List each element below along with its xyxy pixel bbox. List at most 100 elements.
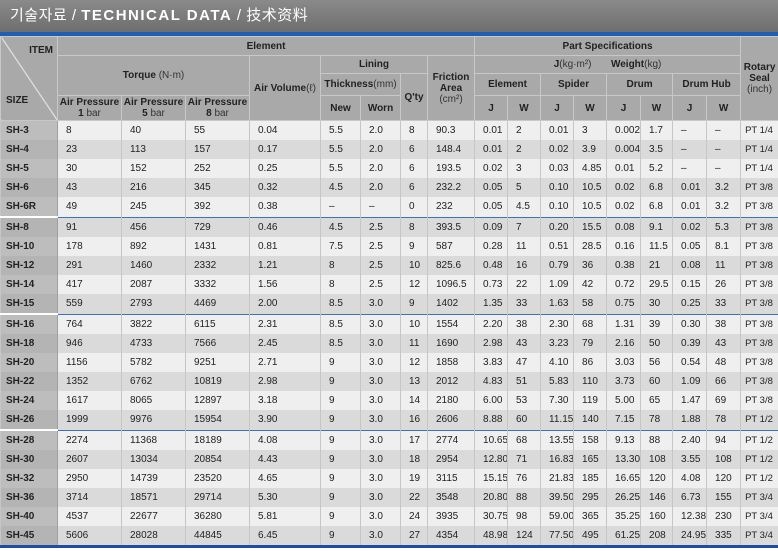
rotary-seal-cell: PT 3/8 <box>740 237 778 256</box>
table-row: SH-10 178 892 1431 0.81 7.5 2.5 9 587 0.28 11 0.51 2… <box>0 237 778 256</box>
element-j-cell: 12.80 <box>474 450 509 469</box>
torque-8bar-cell: 3332 <box>185 275 250 294</box>
spider-w-cell: 158 <box>573 429 608 450</box>
rotary-seal-cell: PT 1/4 <box>740 140 778 159</box>
drum-hub-w-cell: – <box>706 140 742 159</box>
part-element-header: Element <box>474 73 542 96</box>
thickness-new-cell: 9 <box>320 372 361 391</box>
drum-w-cell: 3.5 <box>640 140 674 159</box>
drum-hub-j-header: J <box>672 95 708 121</box>
torque-8bar-cell: 1431 <box>185 237 250 256</box>
element-w-cell: 51 <box>507 372 542 391</box>
spider-j-cell: 0.20 <box>540 216 575 237</box>
table-row: SH-12 291 1460 2332 1.21 8 2.5 10 825.6 0.48 16 0.7… <box>0 256 778 275</box>
thickness-unit: (mm) <box>373 79 397 90</box>
drum-hub-w-cell: 33 <box>706 294 742 314</box>
qty-header: Q'ty <box>400 73 428 121</box>
drum-hub-w-cell: 3.2 <box>706 178 742 197</box>
spider-w-cell: 165 <box>573 450 608 469</box>
drum-hub-j-cell: 1.47 <box>672 391 708 410</box>
drum-hub-j-cell: 1.09 <box>672 372 708 391</box>
torque-1bar-cell: 30 <box>57 159 122 178</box>
drum-hub-w-cell: 5.3 <box>706 216 742 237</box>
friction-area-unit: (cm²) <box>439 93 463 105</box>
drum-hub-w-cell: 120 <box>706 469 742 488</box>
torque-5bar-cell: 14739 <box>121 469 186 488</box>
thickness-worn-cell: 2.0 <box>360 159 401 178</box>
drum-w-cell: 6.8 <box>640 197 674 217</box>
drum-w-cell: 5.2 <box>640 159 674 178</box>
drum-hub-j-cell: – <box>672 140 708 159</box>
drum-hub-j-cell: 4.08 <box>672 469 708 488</box>
spider-j-cell: 59.00 <box>540 507 575 526</box>
drum-j-cell: 7.15 <box>606 410 642 430</box>
drum-w-cell: 30 <box>640 294 674 314</box>
drum-w-cell: 6.8 <box>640 178 674 197</box>
spider-j-cell: 0.02 <box>540 140 575 159</box>
size-cell: SH-22 <box>0 372 58 391</box>
drum-w-cell: 60 <box>640 372 674 391</box>
rotary-seal-cell: PT 3/8 <box>740 275 778 294</box>
air-volume-cell: 5.81 <box>249 507 321 526</box>
torque-8bar-cell: 9251 <box>185 353 250 372</box>
table-row: SH-45 5606 28028 44845 6.45 9 3.0 27 4354 48.98 12… <box>0 526 778 548</box>
torque-8bar-cell: 4469 <box>185 294 250 314</box>
drum-j-cell: 13.30 <box>606 450 642 469</box>
air-volume-cell: 5.30 <box>249 488 321 507</box>
rotary-seal-cell: PT 3/8 <box>740 334 778 353</box>
table-row: SH-18 946 4733 7566 2.45 8.5 3.0 11 1690 2.98 43 3.… <box>0 334 778 353</box>
spider-w-cell: 79 <box>573 334 608 353</box>
j-weight-header: J(kg·m²) Weight(kg) <box>474 55 742 74</box>
air-volume-unit: (ℓ) <box>306 82 316 94</box>
drum-w-cell: 160 <box>640 507 674 526</box>
spider-j-cell: 0.03 <box>540 159 575 178</box>
friction-area-cell: 1096.5 <box>426 275 476 294</box>
torque-8bar-cell: 6115 <box>185 313 250 334</box>
air-volume-cell: 2.31 <box>249 313 321 334</box>
drum-hub-w-cell: 26 <box>706 275 742 294</box>
element-j-cell: 0.73 <box>474 275 509 294</box>
torque-1bar-cell: 3714 <box>57 488 122 507</box>
spider-j-cell: 1.09 <box>540 275 575 294</box>
air-volume-cell: 0.81 <box>249 237 321 256</box>
torque-header: Torque (N·m) <box>57 55 250 96</box>
spider-w-cell: 295 <box>573 488 608 507</box>
drum-j-cell: 9.13 <box>606 429 642 450</box>
torque-5bar-cell: 2793 <box>121 294 186 314</box>
spider-w-cell: 15.5 <box>573 216 608 237</box>
table-row: SH-30 2607 13034 20854 4.43 9 3.0 18 2954 12.80 71… <box>0 450 778 469</box>
item-label: ITEM <box>29 45 53 56</box>
torque-5bar-cell: 18571 <box>121 488 186 507</box>
torque-1bar-cell: 2950 <box>57 469 122 488</box>
drum-hub-j-cell: – <box>672 120 708 140</box>
qty-cell: 9 <box>400 237 428 256</box>
thickness-worn-cell: 3.0 <box>360 488 401 507</box>
air-volume-header: Air Volume(ℓ) <box>249 55 321 121</box>
bar-unit: bar <box>86 108 101 119</box>
size-cell: SH-5 <box>0 159 58 178</box>
thickness-worn-cell: 2.5 <box>360 237 401 256</box>
drum-hub-w-cell: 11 <box>706 256 742 275</box>
qty-cell: 6 <box>400 140 428 159</box>
drum-w-cell: 50 <box>640 334 674 353</box>
drum-hub-w-cell: 155 <box>706 488 742 507</box>
air-volume-cell: 2.00 <box>249 294 321 314</box>
torque-8bar-cell: 345 <box>185 178 250 197</box>
element-w-cell: 22 <box>507 275 542 294</box>
drum-j-cell: 0.38 <box>606 256 642 275</box>
friction-area-cell: 1554 <box>426 313 476 334</box>
air-volume-cell: 1.56 <box>249 275 321 294</box>
rotary-seal-cell: PT 3/8 <box>740 391 778 410</box>
size-cell: SH-15 <box>0 294 58 314</box>
element-w-cell: 4.5 <box>507 197 542 217</box>
qty-cell: 27 <box>400 526 428 548</box>
qty-cell: 6 <box>400 178 428 197</box>
friction-area-cell: 3548 <box>426 488 476 507</box>
worn-header: Worn <box>360 95 401 121</box>
drum-j-cell: 0.004 <box>606 140 642 159</box>
qty-cell: 12 <box>400 275 428 294</box>
qty-cell: 12 <box>400 353 428 372</box>
friction-area-cell: 193.5 <box>426 159 476 178</box>
drum-j-cell: 1.31 <box>606 313 642 334</box>
pressure-value: 1 <box>78 108 84 119</box>
